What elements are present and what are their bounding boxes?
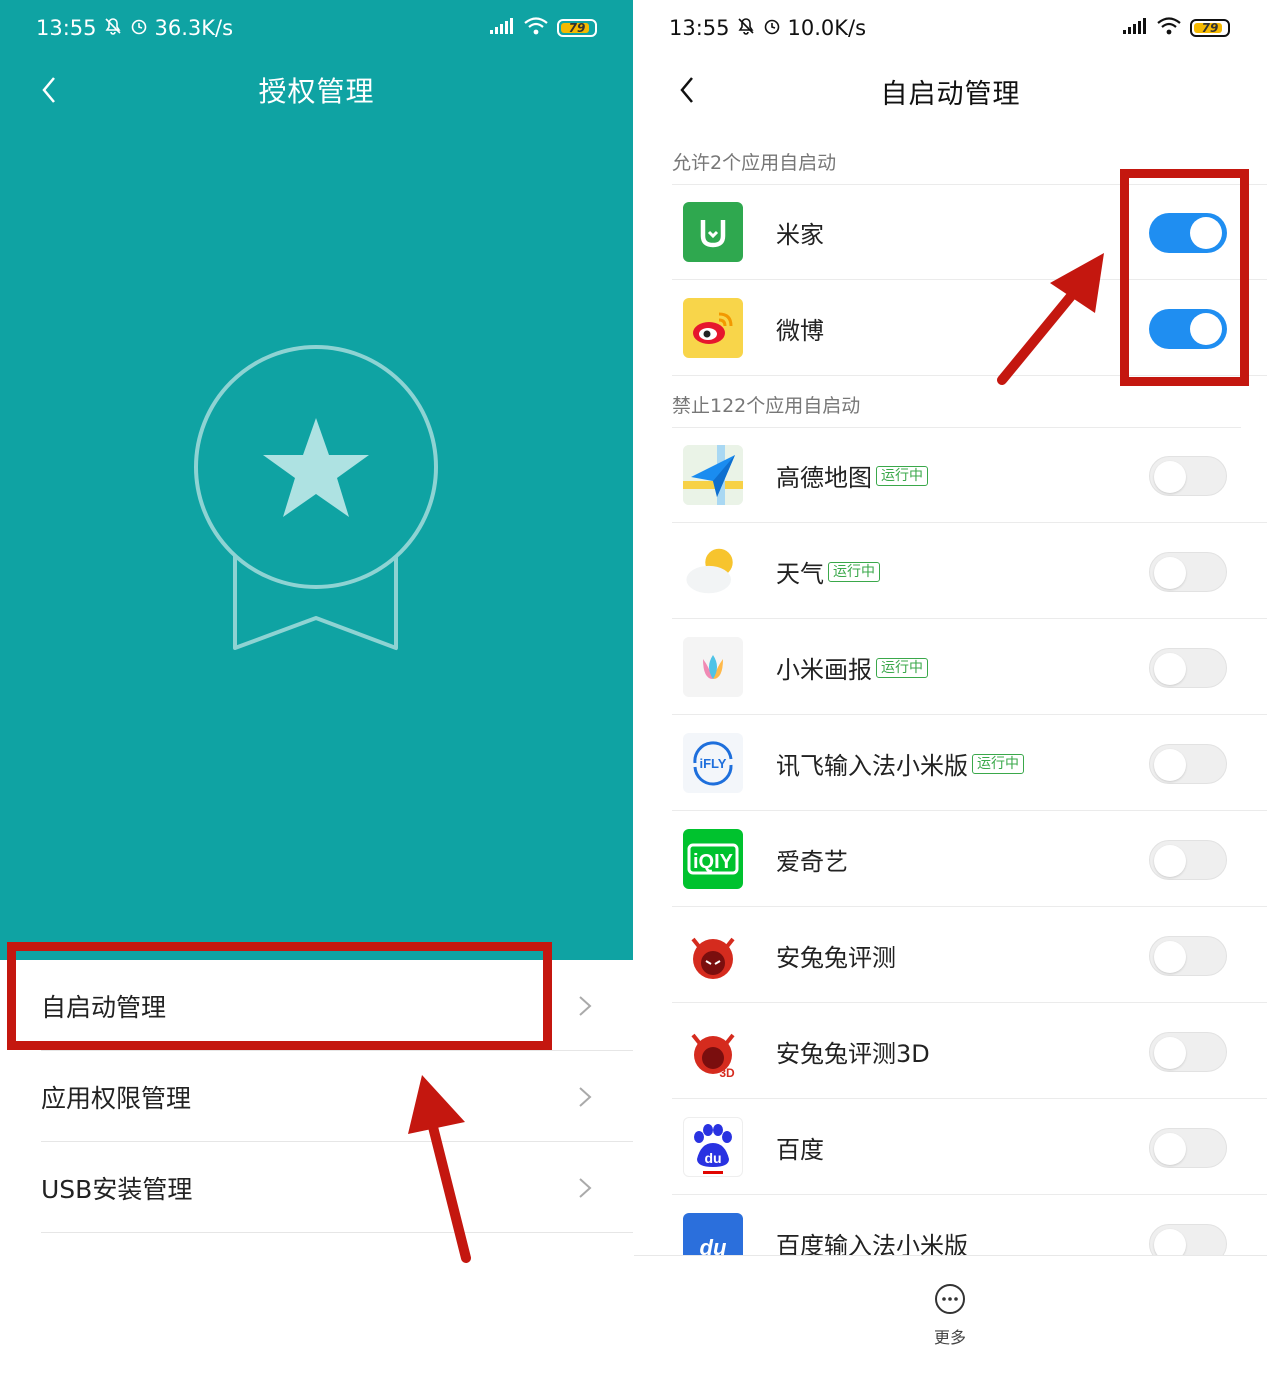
mi-wallpaper-icon [683, 637, 743, 697]
svg-text:iFLY: iFLY [700, 756, 727, 771]
app-name: 米家 [776, 221, 824, 249]
badge-star-icon [190, 340, 450, 670]
amap-icon [683, 445, 743, 505]
running-badge: 运行中 [876, 465, 928, 486]
app-name: 爱奇艺 [776, 848, 848, 876]
app-name: 安兔兔评测 [776, 944, 896, 972]
signal-icon [489, 16, 515, 40]
mute-icon [736, 16, 756, 41]
autostart-toggle[interactable] [1149, 552, 1227, 592]
chevron-right-icon [579, 996, 592, 1016]
alarm-icon [762, 16, 782, 41]
menu-item-usb-install[interactable]: USB安装管理 [0, 1142, 633, 1233]
wifi-icon [523, 16, 549, 41]
list-item: 高德地图 运行中 [672, 427, 1267, 523]
auth-header: 13:55 36.3K/s 79 授权管理 [0, 0, 633, 960]
highlight-box [7, 942, 552, 1050]
signal-icon [1122, 16, 1148, 40]
bottom-bar: 更多 [634, 1255, 1267, 1373]
app-name: 讯飞输入法小米版 运行中 [776, 746, 1024, 781]
page-title: 授权管理 [258, 75, 375, 108]
running-badge: 运行中 [828, 561, 880, 582]
list-item: 安兔兔评测 [672, 907, 1267, 1003]
status-bar: 13:55 10.0K/s 79 [634, 0, 1267, 56]
ifly-icon: iFLY [683, 733, 743, 793]
more-button[interactable]: 更多 [924, 1282, 976, 1348]
network-speed: 10.0K/s [787, 16, 867, 40]
app-name: 安兔兔评测3D [776, 1040, 930, 1068]
blocked-section-header: 禁止122个应用自启动 [672, 395, 861, 417]
app-name: 天气 运行中 [776, 554, 880, 589]
battery-icon: 79 [1190, 19, 1230, 37]
more-label: 更多 [933, 1328, 966, 1347]
mijia-icon [683, 202, 743, 262]
app-name: 小米画报 运行中 [776, 650, 928, 685]
status-bar: 13:55 36.3K/s 79 [0, 0, 633, 56]
autostart-toggle[interactable] [1149, 840, 1227, 880]
right-screen: 13:55 10.0K/s 79 自启动管理 允许2个应用自启动 米家 微博 禁… [634, 0, 1267, 1373]
chevron-right-icon [579, 1178, 592, 1198]
autostart-toggle[interactable] [1149, 744, 1227, 784]
page-title: 自启动管理 [880, 79, 1021, 110]
more-icon [935, 1284, 965, 1314]
menu-item-label: 应用权限管理 [41, 1083, 192, 1113]
list-item: iFLY 讯飞输入法小米版 运行中 [672, 715, 1267, 811]
mute-icon [103, 16, 123, 41]
iqiyi-icon: iQIY [683, 829, 743, 889]
list-item: du 百度 [672, 1099, 1267, 1195]
battery-icon: 79 [557, 19, 597, 37]
running-badge: 运行中 [972, 753, 1024, 774]
app-name: 微博 [776, 317, 824, 345]
alarm-icon [129, 16, 149, 41]
baidu-icon: du [683, 1117, 743, 1177]
left-screen: 13:55 36.3K/s 79 授权管理 自启动管理 应用权限管理 USB安装… [0, 0, 633, 1373]
app-name: 高德地图 运行中 [776, 458, 928, 493]
menu-item-label: USB安装管理 [41, 1174, 193, 1204]
list-item: 小米画报 运行中 [672, 619, 1267, 715]
autostart-toggle[interactable] [1149, 1128, 1227, 1168]
weibo-icon [683, 298, 743, 358]
list-item: 天气 运行中 [672, 523, 1267, 619]
svg-text:3D: 3D [719, 1066, 735, 1079]
highlight-box [1120, 169, 1249, 386]
autostart-toggle[interactable] [1149, 456, 1227, 496]
svg-text:du: du [704, 1150, 721, 1166]
list-item: 3D 安兔兔评测3D [672, 1003, 1267, 1099]
status-time: 13:55 [36, 16, 97, 40]
autostart-toggle[interactable] [1149, 936, 1227, 976]
weather-icon [683, 541, 743, 601]
chevron-right-icon [579, 1087, 592, 1107]
allowed-section-header: 允许2个应用自启动 [672, 152, 837, 174]
status-time: 13:55 [669, 16, 730, 40]
list-item: iQIY 爱奇艺 [672, 811, 1267, 907]
antutu-3d-icon: 3D [683, 1021, 743, 1081]
autostart-toggle[interactable] [1149, 648, 1227, 688]
antutu-icon [683, 925, 743, 985]
svg-text:iQIY: iQIY [693, 851, 734, 873]
running-badge: 运行中 [876, 657, 928, 678]
autostart-toggle[interactable] [1149, 1032, 1227, 1072]
app-name: 百度 [776, 1136, 824, 1164]
network-speed: 36.3K/s [154, 16, 234, 40]
menu-item-app-permissions[interactable]: 应用权限管理 [0, 1051, 633, 1142]
wifi-icon [1156, 16, 1182, 41]
